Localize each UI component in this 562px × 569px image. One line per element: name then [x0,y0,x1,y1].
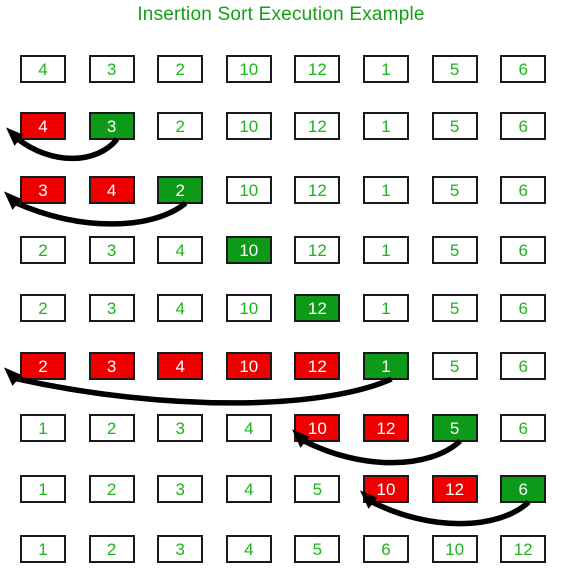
array-cell: 3 [88,236,135,264]
array-cell: 12 [294,176,341,204]
array-cell: 10 [363,475,409,503]
array-cell: 6 [500,55,547,83]
array-cell: 10 [225,55,272,83]
array-row: 1 2 3 4 5 6 10 12 [0,535,562,566]
array-row: 2 3 4 10 12 1 5 6 [0,352,562,383]
array-row: 4 3 2 10 12 1 5 6 [0,55,562,86]
array-row: 2 3 4 10 12 1 5 6 [0,294,562,325]
array-cell: 4 [157,236,204,264]
array-cell: 5 [294,475,341,503]
array-cell: 10 [225,294,272,322]
array-cell: 3 [157,475,204,503]
array-cell: 6 [500,294,547,322]
array-cell: 3 [88,55,135,83]
array-cell: 4 [225,414,272,442]
array-cell: 10 [225,352,272,380]
array-cell: 3 [88,112,135,140]
array-cell: 1 [363,176,409,204]
array-cell: 10 [225,176,272,204]
page-title: Insertion Sort Execution Example [137,4,425,25]
array-cell: 2 [157,55,204,83]
array-cell: 10 [431,535,478,563]
array-cell: 2 [20,352,66,380]
array-cell: 5 [431,294,478,322]
array-cell: 10 [225,236,272,264]
array-cell: 1 [20,414,66,442]
array-cell: 1 [20,475,66,503]
array-cell: 12 [294,352,341,380]
array-cell: 6 [500,414,547,442]
array-cell: 4 [225,535,272,563]
array-cell: 1 [363,236,409,264]
array-cell: 3 [157,414,204,442]
array-row: 3 4 2 10 12 1 5 6 [0,176,562,207]
array-cell: 2 [88,475,135,503]
array-cell: 5 [431,176,478,204]
array-cell: 5 [431,352,478,380]
array-row: 2 3 4 10 12 1 5 6 [0,236,562,267]
array-cell: 4 [88,176,135,204]
array-cell: 12 [431,475,478,503]
array-cell: 4 [20,55,66,83]
array-cell: 2 [157,112,204,140]
array-cell: 1 [20,535,66,563]
array-cell: 3 [157,535,204,563]
array-cell: 6 [500,352,547,380]
array-cell: 5 [294,535,341,563]
array-cell: 1 [363,55,409,83]
array-cell: 10 [225,112,272,140]
array-cell: 1 [363,112,409,140]
array-cell: 2 [88,414,135,442]
array-cell: 12 [294,294,341,322]
array-cell: 2 [20,236,66,264]
array-cell: 12 [363,414,409,442]
array-cell: 6 [500,475,547,503]
array-cell: 3 [88,352,135,380]
array-cell: 1 [363,352,409,380]
array-cell: 3 [20,176,66,204]
array-cell: 6 [500,112,547,140]
array-cell: 12 [294,112,341,140]
insertion-sort-diagram: Insertion Sort Execution Example 4 3 2 10 12… [0,0,562,569]
array-cell: 5 [431,236,478,264]
array-cell: 5 [431,55,478,83]
array-cell: 5 [431,112,478,140]
array-cell: 12 [294,55,341,83]
array-cell: 3 [88,294,135,322]
array-cell: 4 [225,475,272,503]
array-cell: 4 [157,352,204,380]
array-cell: 6 [500,176,547,204]
array-row: 1 2 3 4 10 12 5 6 [0,414,562,445]
array-cell: 4 [157,294,204,322]
array-cell: 4 [20,112,66,140]
array-cell: 5 [431,414,478,442]
array-cell: 6 [363,535,409,563]
array-row: 4 3 2 10 12 1 5 6 [0,112,562,143]
array-cell: 10 [294,414,341,442]
array-cell: 12 [294,236,341,264]
array-cell: 12 [500,535,547,563]
array-cell: 2 [88,535,135,563]
array-row: 1 2 3 4 5 10 12 6 [0,475,562,506]
array-cell: 6 [500,236,547,264]
array-cell: 2 [157,176,204,204]
array-cell: 1 [363,294,409,322]
array-cell: 2 [20,294,66,322]
